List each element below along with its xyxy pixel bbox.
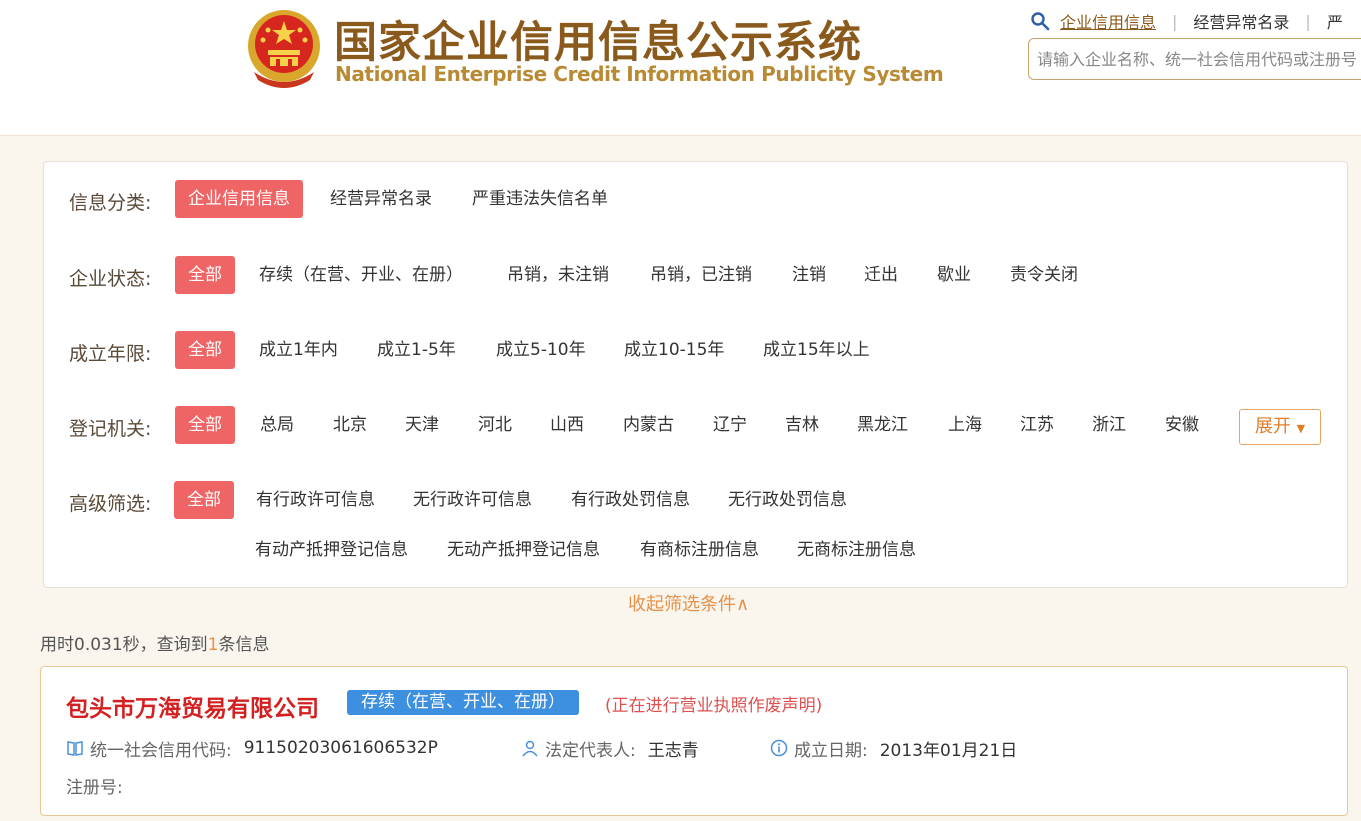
filter-option[interactable]: 北京: [333, 406, 367, 444]
filter-option[interactable]: 成立15年以上: [763, 331, 870, 369]
filter-option[interactable]: 吊销，已注销: [650, 256, 752, 294]
filter-row-advanced: 高级筛选: 全部 有行政许可信息 无行政许可信息 有行政处罚信息 无行政处罚信息: [44, 481, 1344, 519]
filter-option[interactable]: 迁出: [864, 256, 898, 294]
filter-option[interactable]: 严重违法失信名单: [472, 180, 608, 218]
founded-value: 2013年01月21日: [879, 740, 1018, 761]
filter-option[interactable]: 山西: [550, 406, 584, 444]
search-box: [1028, 38, 1361, 80]
filter-option[interactable]: 吉林: [785, 406, 819, 444]
site-subtitle: National Enterprise Credit Information P…: [335, 62, 944, 86]
filter-option[interactable]: 全部: [175, 256, 235, 294]
result-summary: 用时0.031秒，查询到1条信息: [40, 630, 270, 655]
summary-suffix: 条信息: [218, 635, 270, 655]
legal-rep-field: 法定代表人: 王志青: [521, 737, 699, 761]
filter-option[interactable]: 有商标注册信息: [640, 531, 759, 569]
filter-option[interactable]: 黑龙江: [857, 406, 908, 444]
filter-option[interactable]: 成立5-10年: [496, 331, 586, 369]
status-note: (正在进行营业执照作废声明): [605, 696, 823, 716]
filter-option[interactable]: 成立1-5年: [377, 331, 456, 369]
filter-row-info-category: 信息分类: 企业信用信息 经营异常名录 严重违法失信名单: [44, 180, 1344, 218]
expand-button[interactable]: 展开 ▼: [1239, 409, 1321, 445]
filter-option[interactable]: 无行政许可信息: [413, 481, 532, 519]
filter-row-established: 成立年限: 全部 成立1年内 成立1-5年 成立5-10年 成立10-15年 成…: [44, 331, 1344, 369]
nav-abnormal-list[interactable]: 经营异常名录: [1193, 9, 1289, 33]
info-icon: [770, 739, 788, 757]
legal-rep-value: 王志青: [647, 740, 699, 761]
filter-row-company-status: 企业状态: 全部 存续（在营、开业、在册） 吊销，未注销 吊销，已注销 注销 迁…: [44, 256, 1344, 294]
filter-option[interactable]: 总局: [260, 406, 294, 444]
filter-option[interactable]: 吊销，未注销: [507, 256, 609, 294]
filter-option[interactable]: 河北: [478, 406, 512, 444]
filter-panel: 信息分类: 企业信用信息 经营异常名录 严重违法失信名单 企业状态: 全部 存续…: [43, 161, 1348, 588]
filter-option[interactable]: 无行政处罚信息: [728, 481, 847, 519]
nav-serious-violation[interactable]: 严: [1327, 9, 1343, 33]
filter-option[interactable]: 有行政处罚信息: [571, 481, 690, 519]
user-icon: [522, 740, 538, 757]
national-emblem-icon: [248, 10, 320, 88]
nav-divider: |: [1305, 11, 1311, 31]
filter-option[interactable]: 上海: [948, 406, 982, 444]
collapse-filters-link[interactable]: 收起筛选条件∧: [628, 590, 749, 616]
filter-option[interactable]: 安徽: [1165, 406, 1199, 444]
filter-option[interactable]: 辽宁: [713, 406, 747, 444]
filter-option[interactable]: 企业信用信息: [175, 180, 303, 218]
filter-option[interactable]: 无动产抵押登记信息: [447, 531, 600, 569]
status-badge: 存续（在营、开业、在册）: [347, 690, 579, 715]
filter-option[interactable]: 有动产抵押登记信息: [255, 531, 408, 569]
filter-option[interactable]: 有行政许可信息: [256, 481, 375, 519]
search-icon: [1031, 12, 1050, 31]
registration-number-label: 注册号:: [66, 778, 123, 798]
book-icon: [67, 741, 83, 756]
filter-option[interactable]: 全部: [174, 481, 234, 519]
filter-label: 信息分类:: [69, 192, 152, 214]
filter-option[interactable]: 浙江: [1092, 406, 1126, 444]
credit-code-field: 统一社会信用代码: 91150203061606532P: [66, 737, 438, 761]
filter-label: 成立年限:: [69, 343, 152, 365]
legal-rep-label: 法定代表人:: [545, 740, 636, 761]
filter-option[interactable]: 江苏: [1020, 406, 1054, 444]
filter-label: 高级筛选:: [69, 493, 152, 515]
caret-down-icon: ▼: [1296, 422, 1306, 435]
filter-label: 企业状态:: [69, 268, 152, 290]
result-count: 1: [207, 635, 219, 655]
filter-option[interactable]: 成立1年内: [259, 331, 338, 369]
filter-option[interactable]: 无商标注册信息: [797, 531, 916, 569]
filter-option[interactable]: 全部: [175, 406, 235, 444]
filter-option[interactable]: 全部: [175, 331, 235, 369]
nav-credit-info[interactable]: 企业信用信息: [1060, 9, 1156, 33]
filter-option[interactable]: 责令关闭: [1010, 256, 1078, 294]
site-title: 国家企业信用信息公示系统: [334, 18, 862, 68]
filter-option[interactable]: 天津: [405, 406, 439, 444]
filter-option[interactable]: 注销: [792, 256, 826, 294]
credit-code-label: 统一社会信用代码:: [90, 740, 232, 761]
company-name-link[interactable]: 包头市万海贸易有限公司: [66, 689, 319, 723]
top-nav: 企业信用信息 | 经营异常名录 | 严: [1030, 8, 1343, 34]
filter-option[interactable]: 内蒙古: [623, 406, 674, 444]
filter-label: 登记机关:: [69, 418, 152, 440]
search-input[interactable]: [1029, 39, 1361, 79]
filter-option[interactable]: 歇业: [937, 256, 971, 294]
summary-prefix: 用时0.031秒，查询到: [40, 635, 208, 655]
filter-option[interactable]: 经营异常名录: [330, 180, 432, 218]
filter-row-advanced-2: 有动产抵押登记信息 无动产抵押登记信息 有商标注册信息 无商标注册信息: [44, 531, 1344, 569]
site-header: 国家企业信用信息公示系统 National Enterprise Credit …: [0, 0, 1361, 136]
credit-code-value: 91150203061606532P: [243, 738, 438, 758]
filter-option[interactable]: 存续（在营、开业、在册）: [259, 256, 463, 294]
expand-label: 展开: [1254, 416, 1291, 437]
nav-divider: |: [1172, 11, 1178, 31]
filter-option[interactable]: 成立10-15年: [624, 331, 724, 369]
founded-label: 成立日期:: [794, 740, 868, 761]
founded-field: 成立日期: 2013年01月21日: [770, 737, 1018, 761]
filter-row-registry: 登记机关: 全部 总局 北京 天津 河北 山西 内蒙古 辽宁 吉林 黑龙江 上海…: [44, 406, 1344, 444]
result-card: 包头市万海贸易有限公司 存续（在营、开业、在册） (正在进行营业执照作废声明) …: [40, 666, 1348, 816]
